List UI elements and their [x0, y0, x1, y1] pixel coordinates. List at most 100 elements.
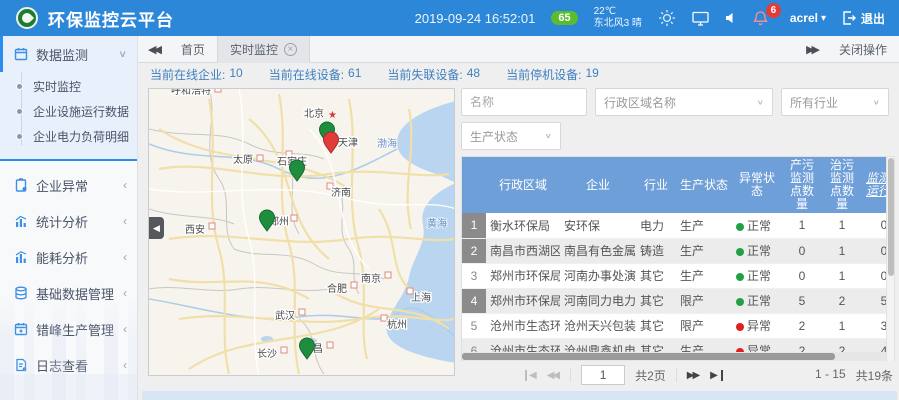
sidebar-item-data-monitoring[interactable]: 数据监测 ∨	[0, 36, 137, 72]
bullet-dot-icon	[16, 133, 23, 140]
table-row[interactable]: 2 南昌市西湖区环保局南昌有色金属有限 铸造生产 正常 010	[462, 238, 895, 263]
map-marker[interactable]	[290, 160, 305, 181]
stat-value: 61	[348, 66, 361, 83]
stat-value: 48	[467, 66, 480, 83]
table-row[interactable]: 5 沧州市生态环保局沧州天兴包装制品 其它限产 异常 213	[462, 313, 895, 338]
bar-chart-icon	[14, 250, 28, 264]
pagination-bar: ◀ ◀◀ 共2页 ▶▶ ▶ 1 - 15 共19条	[461, 365, 895, 385]
status-dot-icon	[736, 273, 744, 281]
sidebar-item-peak-production[interactable]: 错峰生产管理 ‹	[0, 311, 137, 347]
total-pages-label: 共2页	[635, 367, 666, 384]
bar-chart-icon	[14, 214, 28, 228]
city-dot	[215, 89, 221, 92]
prev-page-button[interactable]: ◀◀	[547, 370, 560, 381]
chevron-left-icon: ‹	[123, 286, 127, 300]
city-dot	[209, 223, 215, 229]
sidebar: 数据监测 ∨ 实时监控 企业设施运行数据 企业电力负荷明细	[0, 36, 138, 400]
city-dot	[351, 282, 357, 288]
horizontal-scrollbar[interactable]	[462, 352, 886, 361]
aqi-badge: 65	[551, 11, 577, 25]
clipboard-alert-icon	[14, 178, 28, 192]
tabs-scroll-left-button[interactable]: ◀◀	[138, 43, 169, 56]
china-map[interactable]: 渤海 黄海 呼和浩特 北京 ★ 天津 太原 石家庄 济南 西安	[148, 88, 455, 376]
bullet-dot-icon	[16, 108, 23, 115]
map-marker[interactable]	[324, 132, 339, 153]
table-row[interactable]: 1 衡水环保局安环保 电力生产 正常 110	[462, 213, 895, 238]
chevron-down-icon: ∨	[873, 98, 880, 106]
user-menu[interactable]: acrel▾	[790, 11, 826, 25]
sea-label: 渤海	[377, 137, 397, 150]
city-dot	[291, 215, 297, 221]
logout-icon	[842, 11, 856, 25]
table-row[interactable]: 4 郑州市环保局河南同力电力设备 其它限产 正常 525	[462, 288, 895, 313]
industry-select[interactable]: 所有行业 ∨	[781, 88, 889, 116]
production-status-select[interactable]: 生产状态 ∨	[461, 122, 561, 150]
next-page-button[interactable]: ▶▶	[687, 370, 700, 381]
tab-realtime-monitoring[interactable]: 实时监控 ×	[217, 36, 310, 63]
app-logo-icon	[16, 7, 38, 29]
status-dot-icon	[736, 323, 744, 331]
map-city-label: 武汉	[275, 309, 295, 322]
map-city-label: 呼和浩特	[171, 89, 211, 97]
stat-value: 19	[585, 66, 598, 83]
sidebar-item-log-view[interactable]: 日志查看 ‹	[0, 347, 137, 383]
chevron-left-icon: ‹	[123, 178, 127, 192]
logout-button[interactable]: 退出	[842, 10, 885, 27]
region-select[interactable]: 行政区域名称 ∨	[595, 88, 773, 116]
map-city-label: 西安	[185, 223, 205, 236]
city-dot	[299, 309, 305, 315]
map-city-label: 杭州	[387, 318, 407, 331]
close-icon[interactable]: ×	[284, 43, 297, 56]
chevron-left-icon: ‹	[123, 358, 127, 372]
weather-info: 22℃东北风3 晴	[594, 6, 642, 30]
chevron-down-icon: ∨	[545, 132, 552, 140]
bell-icon[interactable]: 6	[753, 10, 768, 26]
enterprise-table: 行政区域 企业 行业 生产状态 异常状态 产污监测点数量 治污监测点数量 监测点…	[461, 156, 895, 361]
chevron-left-icon: ‹	[123, 250, 127, 264]
map-city-label: 太原	[233, 153, 253, 166]
datetime: 2019-09-24 16:52:01	[415, 11, 536, 26]
chevron-left-icon: ‹	[123, 322, 127, 336]
vertical-scrollbar[interactable]	[886, 157, 894, 361]
speaker-icon[interactable]	[725, 12, 737, 24]
stat-value: 10	[229, 66, 242, 83]
tabs-scroll-right-button[interactable]: ▶▶	[796, 43, 827, 56]
panel-collapse-button[interactable]: ◀	[149, 217, 164, 239]
sidebar-item-statistics[interactable]: 统计分析 ‹	[0, 203, 137, 239]
database-icon	[14, 286, 28, 300]
name-search-input[interactable]	[461, 88, 587, 116]
map-marker[interactable]	[300, 338, 315, 359]
sidebar-item-power-load-detail[interactable]: 企业电力负荷明细	[0, 124, 137, 149]
caret-down-icon: ▾	[821, 13, 826, 24]
app-header: 环保监控云平台 2019-09-24 16:52:01 65 22℃东北风3 晴	[0, 0, 899, 36]
monitor-icon[interactable]	[692, 11, 709, 26]
sidebar-item-base-data[interactable]: 基础数据管理 ‹	[0, 275, 137, 311]
status-dot-icon	[736, 298, 744, 306]
table-header-row: 行政区域 企业 行业 生产状态 异常状态 产污监测点数量 治污监测点数量 监测点…	[462, 157, 895, 213]
tab-home[interactable]: 首页	[169, 36, 217, 63]
status-dot-icon	[736, 248, 744, 256]
table-row[interactable]: 3 郑州市环保局河南办事处演示 其它生产 正常 010	[462, 263, 895, 288]
page-number-input[interactable]	[581, 365, 625, 385]
sidebar-item-enterprise-abnormal[interactable]: 企业异常 ‹	[0, 167, 137, 203]
sun-icon	[658, 9, 676, 27]
city-dot	[385, 272, 391, 278]
calendar-icon	[14, 47, 28, 61]
record-range-label: 1 - 15	[815, 367, 846, 384]
chevron-down-icon: ∨	[118, 48, 127, 59]
document-icon	[14, 358, 28, 372]
first-page-button[interactable]: ◀	[525, 370, 537, 381]
last-page-button[interactable]: ▶	[710, 370, 723, 381]
sidebar-item-facility-data[interactable]: 企业设施运行数据	[0, 99, 137, 124]
map-city-label: 上海	[411, 291, 431, 304]
footer-strip	[142, 391, 897, 400]
notification-count-badge[interactable]: 6	[766, 3, 781, 18]
capital-star-icon: ★	[328, 110, 337, 121]
map-city-label: 南京	[361, 272, 381, 285]
app-title: 环保监控云平台	[48, 6, 174, 31]
sidebar-item-realtime-monitoring[interactable]: 实时监控	[0, 74, 137, 99]
city-dot	[327, 342, 333, 348]
map-city-label: 长沙	[257, 348, 277, 360]
sidebar-item-energy-analysis[interactable]: 能耗分析 ‹	[0, 239, 137, 275]
close-operations-button[interactable]: 关闭操作	[827, 41, 899, 58]
